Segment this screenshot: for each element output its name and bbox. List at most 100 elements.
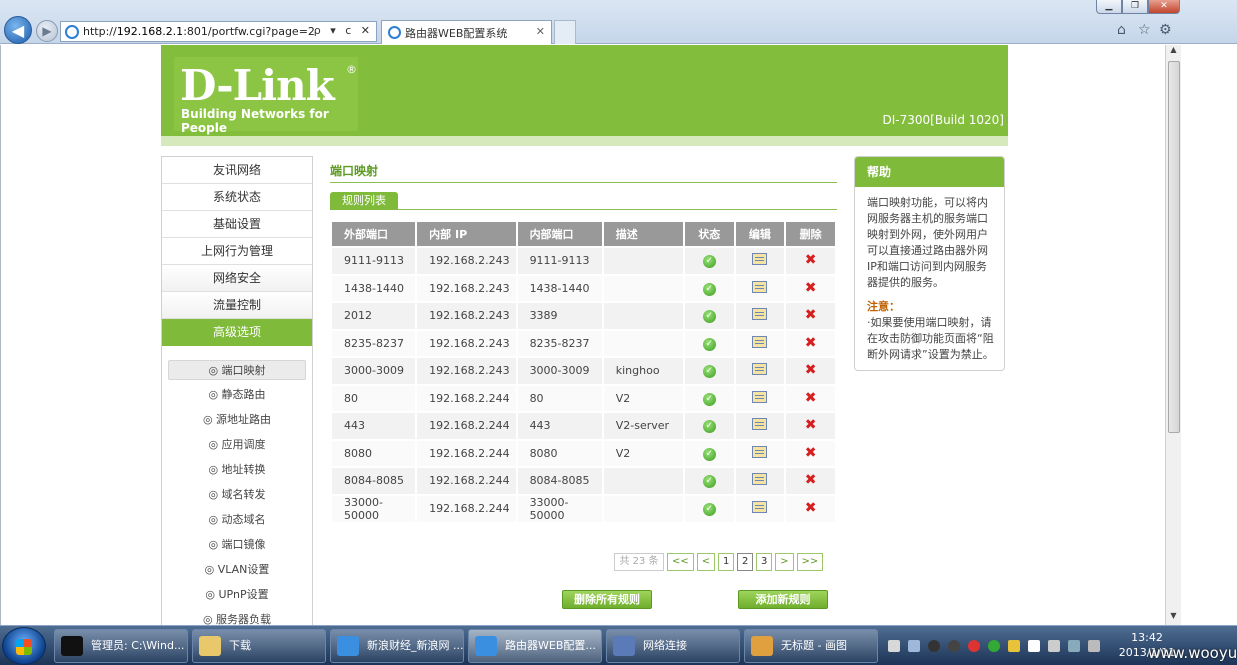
volume-icon[interactable] bbox=[1088, 640, 1100, 652]
router-header: D-Link ® Building Networks for People DI… bbox=[161, 45, 1008, 136]
home-icon[interactable]: ⌂ bbox=[1117, 22, 1126, 38]
cell-ip: 192.168.2.243 bbox=[417, 358, 516, 384]
forward-button[interactable]: ▶ bbox=[36, 20, 58, 42]
delete-icon[interactable]: ✖ bbox=[805, 473, 817, 487]
table-row: 1438-1440 192.168.2.243 1438-1440 ✓ ✖ bbox=[332, 275, 835, 301]
pager-next-button[interactable]: > bbox=[775, 553, 794, 571]
battery-icon[interactable] bbox=[1048, 640, 1060, 652]
vertical-scrollbar[interactable]: ▲ ▼ bbox=[1165, 45, 1181, 625]
shield-icon[interactable] bbox=[1008, 640, 1020, 652]
pager-first-button[interactable]: << bbox=[667, 553, 694, 571]
pager-page-button[interactable]: 3 bbox=[756, 553, 773, 571]
pager-page-button[interactable]: 2 bbox=[737, 553, 754, 571]
submenu-item[interactable]: ◎ 源地址路由 bbox=[162, 410, 312, 435]
minimize-button[interactable]: ▁ bbox=[1096, 0, 1122, 14]
pagination: 共 23 条 << <1 2 3 > >> bbox=[614, 553, 824, 571]
delete-all-rules-button[interactable]: 删除所有规则 bbox=[562, 590, 652, 609]
submenu-item[interactable]: ◎ 域名转发 bbox=[162, 485, 312, 510]
browser-tab[interactable]: 路由器WEB配置系统 ✕ bbox=[381, 20, 552, 44]
pager-prev-button[interactable]: < bbox=[696, 553, 716, 571]
tab-close-icon[interactable]: ✕ bbox=[536, 25, 545, 38]
cell-int: 443 bbox=[517, 413, 602, 439]
delete-icon[interactable]: ✖ bbox=[805, 336, 817, 350]
task-downloads[interactable]: 下载 bbox=[192, 629, 326, 663]
tab-rule-list[interactable]: 规则列表 bbox=[330, 192, 398, 210]
new-tab-button[interactable] bbox=[554, 20, 576, 44]
delete-icon[interactable]: ✖ bbox=[805, 308, 817, 322]
task-sina-finance[interactable]: 新浪财经_新浪网 ... bbox=[330, 629, 464, 663]
task-router-web[interactable]: 路由器WEB配置... bbox=[468, 629, 602, 663]
submenu-item[interactable]: ◎ 端口镜像 bbox=[162, 535, 312, 560]
submenu-item[interactable]: ◎ 应用调度 bbox=[162, 435, 312, 460]
status-enabled-icon: ✓ bbox=[702, 392, 716, 406]
cell-ip: 192.168.2.244 bbox=[417, 468, 516, 494]
qq-secondary-icon[interactable] bbox=[948, 640, 960, 652]
edit-icon[interactable] bbox=[752, 418, 768, 431]
favorites-icon[interactable]: ☆ bbox=[1138, 22, 1151, 38]
url-host: 192.168.2.1 bbox=[116, 25, 184, 38]
start-button[interactable] bbox=[2, 627, 46, 665]
maximize-button[interactable]: ❐ bbox=[1122, 0, 1148, 14]
device-icon[interactable] bbox=[908, 640, 920, 652]
cell-int: 8235-8237 bbox=[517, 330, 602, 356]
edit-icon[interactable] bbox=[752, 363, 768, 376]
weibo-icon[interactable] bbox=[968, 640, 980, 652]
submenu-item[interactable]: ◎ 地址转换 bbox=[162, 460, 312, 485]
submenu-item[interactable]: ◎ VLAN设置 bbox=[162, 560, 312, 585]
tab-title: 路由器WEB配置系统 bbox=[405, 26, 508, 40]
submenu-item[interactable]: ◎ 静态路由 bbox=[162, 385, 312, 410]
keyboard-icon[interactable] bbox=[888, 640, 900, 652]
security-icon[interactable] bbox=[988, 640, 1000, 652]
menu-item-traffic-control[interactable]: 流量控制 bbox=[162, 292, 312, 319]
task-network-connections[interactable]: 网络连接 bbox=[606, 629, 740, 663]
delete-icon[interactable]: ✖ bbox=[805, 253, 817, 267]
delete-icon[interactable]: ✖ bbox=[805, 391, 817, 405]
edit-icon[interactable] bbox=[752, 445, 768, 458]
cell-int: 3389 bbox=[517, 303, 602, 329]
submenu-item[interactable]: ◎ 服务器负载 bbox=[162, 610, 312, 625]
flag-icon[interactable] bbox=[1028, 640, 1040, 652]
edit-icon[interactable] bbox=[752, 335, 768, 348]
delete-icon[interactable]: ✖ bbox=[805, 446, 817, 460]
delete-icon[interactable]: ✖ bbox=[805, 418, 817, 432]
menu-item-behavior-management[interactable]: 上网行为管理 bbox=[162, 238, 312, 265]
address-tools-icons[interactable]: ρ ▾ ᴄ ✕ bbox=[314, 24, 373, 37]
menu-item-basic-settings[interactable]: 基础设置 bbox=[162, 211, 312, 238]
edit-icon[interactable] bbox=[752, 308, 768, 321]
delete-icon[interactable]: ✖ bbox=[805, 501, 817, 515]
scroll-up-arrow-icon[interactable]: ▲ bbox=[1166, 45, 1181, 59]
menu-item-dlink-network[interactable]: 友讯网络 bbox=[162, 157, 312, 184]
task-paint[interactable]: 无标题 - 画图 bbox=[744, 629, 878, 663]
pager-last-button[interactable]: >> bbox=[796, 553, 824, 571]
edit-icon[interactable] bbox=[752, 390, 768, 403]
qq-icon[interactable] bbox=[928, 640, 940, 652]
edit-icon[interactable] bbox=[752, 473, 768, 486]
cell-status: ✓ bbox=[684, 385, 734, 411]
address-bar[interactable]: http://192.168.2.1:801/portfw.cgi?page=2… bbox=[60, 21, 377, 42]
delete-icon[interactable]: ✖ bbox=[805, 281, 817, 295]
scroll-thumb[interactable] bbox=[1168, 61, 1180, 433]
submenu-item[interactable]: ◎ 端口映射 bbox=[168, 360, 306, 380]
task-cmd[interactable]: 管理员: C:\Wind... bbox=[54, 629, 188, 663]
edit-icon[interactable] bbox=[752, 253, 768, 266]
cell-status: ✓ bbox=[684, 275, 734, 301]
network-icon[interactable] bbox=[1068, 640, 1080, 652]
window-close-button[interactable]: ✕ bbox=[1148, 0, 1180, 14]
menu-item-network-security[interactable]: 网络安全 bbox=[162, 265, 312, 292]
menu-item-system-status[interactable]: 系统状态 bbox=[162, 184, 312, 211]
back-button[interactable]: ◀ bbox=[4, 16, 32, 44]
submenu-item[interactable]: ◎ UPnP设置 bbox=[162, 585, 312, 610]
scroll-down-arrow-icon[interactable]: ▼ bbox=[1166, 611, 1181, 625]
add-new-rule-button[interactable]: 添加新规则 bbox=[738, 590, 828, 609]
cell-edit bbox=[735, 495, 785, 522]
submenu-item[interactable]: ◎ 动态域名 bbox=[162, 510, 312, 535]
pager-page-button[interactable]: 1 bbox=[718, 553, 735, 571]
menu-item-advanced-options[interactable]: 高级选项 bbox=[162, 319, 312, 346]
cell-ext: 33000-50000 bbox=[332, 495, 416, 522]
cell-edit bbox=[735, 440, 785, 466]
edit-icon[interactable] bbox=[752, 280, 768, 293]
tools-gear-icon[interactable]: ⚙ bbox=[1159, 22, 1172, 38]
delete-icon[interactable]: ✖ bbox=[805, 363, 817, 377]
edit-icon[interactable] bbox=[752, 501, 768, 513]
cell-edit bbox=[735, 358, 785, 384]
